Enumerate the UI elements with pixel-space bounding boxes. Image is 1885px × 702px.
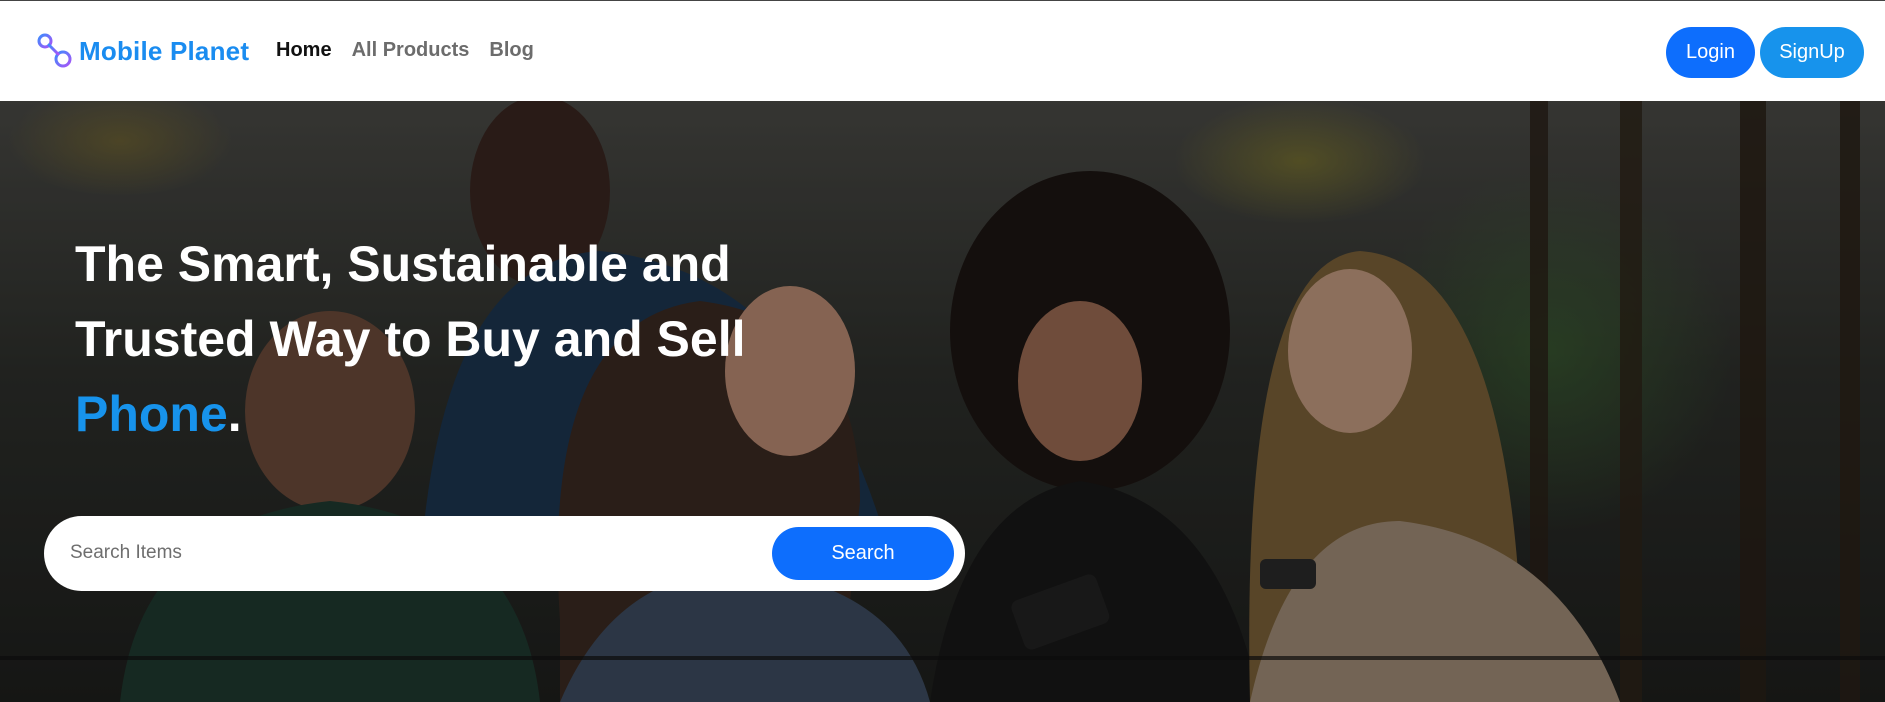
main-nav: Home All Products Blog <box>276 39 534 62</box>
hero-headline: The Smart, Sustainable and Trusted Way t… <box>75 227 775 452</box>
search-bar: Search <box>44 516 965 591</box>
nav-item-all-products[interactable]: All Products <box>352 39 470 62</box>
hero-headline-line1: The Smart, Sustainable and <box>75 236 731 292</box>
top-navbar: Mobile Planet Home All Products Blog Log… <box>0 0 1885 101</box>
hero-section: The Smart, Sustainable and Trusted Way t… <box>0 101 1885 702</box>
signup-button[interactable]: SignUp <box>1760 27 1864 78</box>
nav-item-blog[interactable]: Blog <box>489 39 533 62</box>
login-button[interactable]: Login <box>1666 27 1755 78</box>
hero-headline-accent: Phone <box>75 386 228 442</box>
link-chain-icon <box>37 33 72 68</box>
hero-headline-period: . <box>227 386 242 442</box>
search-button[interactable]: Search <box>772 527 954 580</box>
hero-headline-line2: Trusted Way to Buy and Sell <box>75 311 746 367</box>
brand[interactable]: Mobile Planet <box>35 31 249 71</box>
search-input[interactable] <box>70 530 770 576</box>
nav-item-home[interactable]: Home <box>276 39 332 62</box>
brand-name[interactable]: Mobile Planet <box>79 36 249 67</box>
